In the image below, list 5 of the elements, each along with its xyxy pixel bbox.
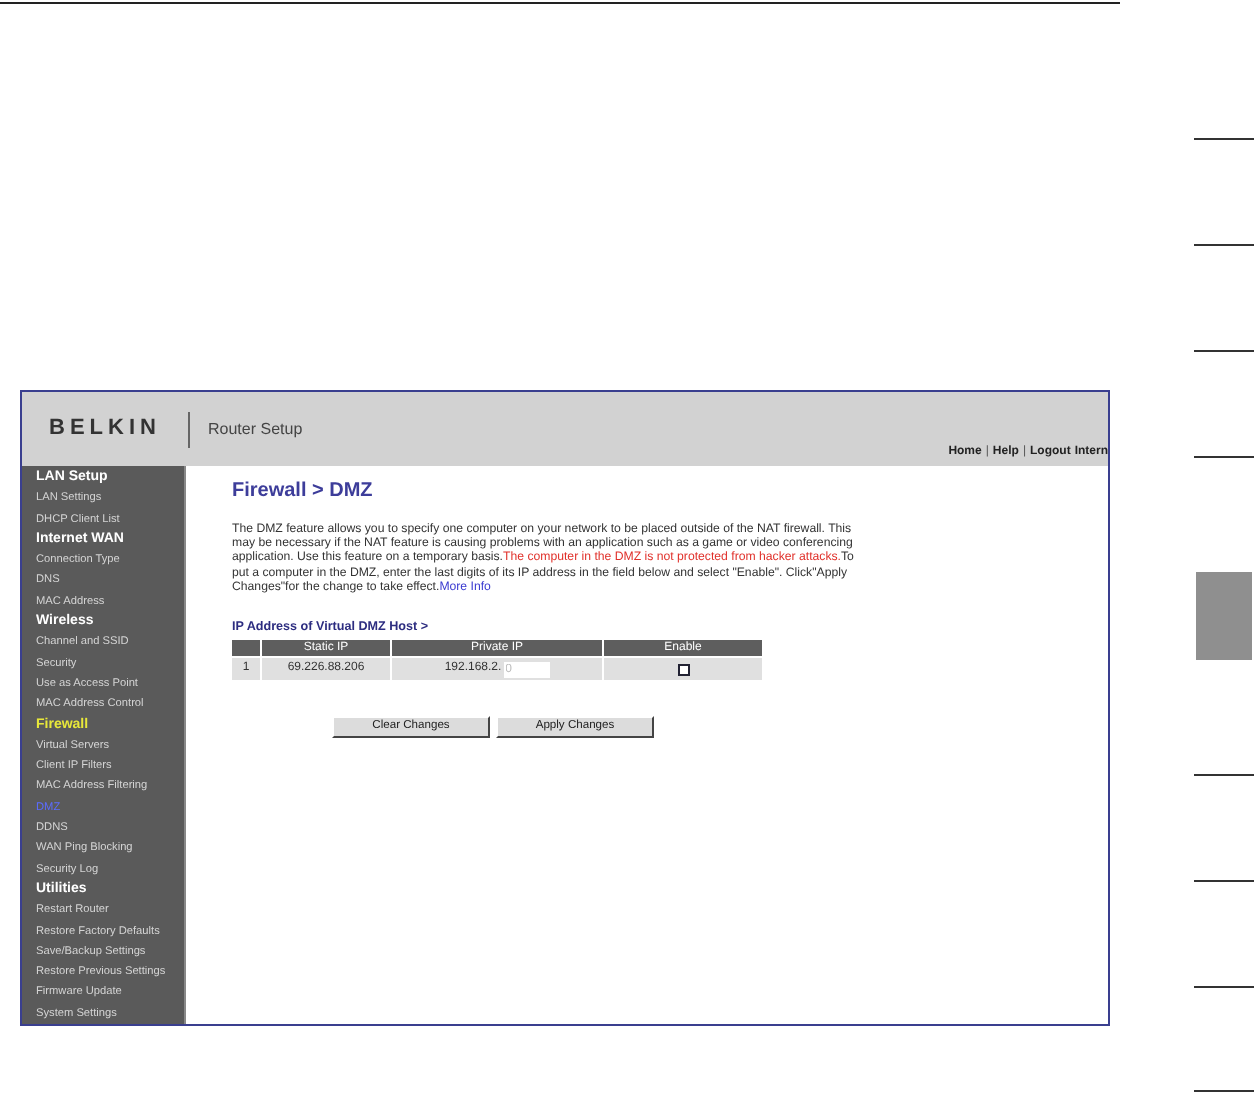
page-title: Firewall > DMZ (232, 478, 375, 506)
column-header (232, 640, 260, 657)
app-title: Router Setup (208, 417, 303, 441)
logo: BELKIN (49, 414, 161, 445)
enable-checkbox[interactable] (677, 663, 689, 676)
